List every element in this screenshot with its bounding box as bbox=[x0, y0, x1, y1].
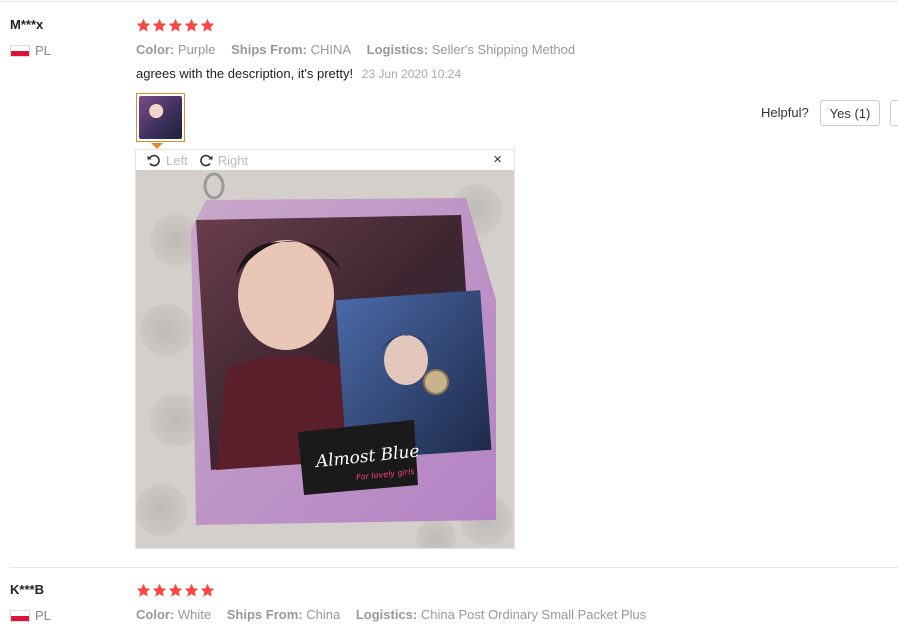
star-icon bbox=[136, 18, 151, 32]
ships-from-value: China bbox=[306, 607, 341, 622]
country-code: PL bbox=[35, 43, 51, 58]
logistics-label: Logistics: bbox=[366, 42, 429, 57]
helpful-yes-button[interactable]: Yes (1) bbox=[820, 100, 880, 126]
star-rating bbox=[136, 583, 215, 598]
wallet-photo: Almost Blue For lovely girls bbox=[136, 170, 514, 548]
poland-flag-icon bbox=[10, 44, 30, 57]
logistics-value: Seller's Shipping Method bbox=[431, 42, 576, 57]
rotate-left-button[interactable]: Left bbox=[146, 152, 188, 168]
review-photo-thumbnail[interactable] bbox=[136, 93, 185, 142]
star-icon bbox=[168, 583, 183, 597]
star-icon bbox=[184, 18, 199, 32]
logistics-value: China Post Ordinary Small Packet Plus bbox=[420, 607, 647, 622]
review-item: K***B PL Color: White Ships From: China … bbox=[0, 568, 898, 633]
poland-flag-icon bbox=[10, 609, 30, 622]
reviewer-country: PL bbox=[10, 43, 51, 58]
color-value: Purple bbox=[177, 42, 216, 57]
order-attributes: Color: Purple Ships From: CHINA Logistic… bbox=[136, 42, 587, 57]
star-icon bbox=[200, 18, 215, 32]
star-icon bbox=[184, 583, 199, 597]
review-body: agrees with the description, it's pretty… bbox=[136, 66, 354, 81]
country-code: PL bbox=[35, 608, 51, 623]
star-icon bbox=[136, 583, 151, 597]
ships-from-value: CHINA bbox=[310, 42, 352, 57]
helpful-no-button[interactable] bbox=[890, 100, 898, 126]
color-value: White bbox=[177, 607, 212, 622]
helpful-label: Helpful? bbox=[761, 105, 809, 120]
reviewer-country: PL bbox=[10, 608, 51, 623]
rotate-left-icon bbox=[147, 154, 160, 167]
rotate-right-button[interactable]: Right bbox=[198, 152, 248, 168]
rotate-left-label: Left bbox=[166, 152, 188, 168]
logistics-label: Logistics: bbox=[355, 607, 418, 622]
rotate-right-label: Right bbox=[217, 152, 249, 168]
star-icon bbox=[152, 583, 167, 597]
thumbnail-image bbox=[139, 96, 182, 139]
order-attributes: Color: White Ships From: China Logistics… bbox=[136, 607, 658, 622]
ships-from-label: Ships From: bbox=[226, 607, 303, 622]
close-icon[interactable]: × bbox=[493, 151, 502, 168]
rotate-right-icon bbox=[199, 154, 213, 167]
reviewer-name: K***B bbox=[10, 582, 44, 597]
star-icon bbox=[200, 583, 215, 597]
viewer-toolbar: Left Right × bbox=[136, 150, 514, 170]
ships-from-label: Ships From: bbox=[231, 42, 307, 57]
star-icon bbox=[152, 18, 167, 32]
color-label: Color: bbox=[136, 607, 175, 622]
review-date: 23 Jun 2020 10:24 bbox=[361, 67, 462, 81]
photo-viewer: Left Right × Almost Blue For lovely girl… bbox=[135, 149, 515, 549]
star-icon bbox=[168, 18, 183, 32]
review-item: M***x PL Color: Purple Ships From: CHINA… bbox=[0, 0, 898, 566]
color-label: Color: bbox=[136, 42, 175, 57]
review-text: agrees with the description, it's pretty… bbox=[136, 66, 461, 81]
review-photo-large: Almost Blue For lovely girls bbox=[136, 170, 514, 548]
reviewer-name: M***x bbox=[10, 17, 44, 32]
star-rating bbox=[136, 18, 215, 33]
